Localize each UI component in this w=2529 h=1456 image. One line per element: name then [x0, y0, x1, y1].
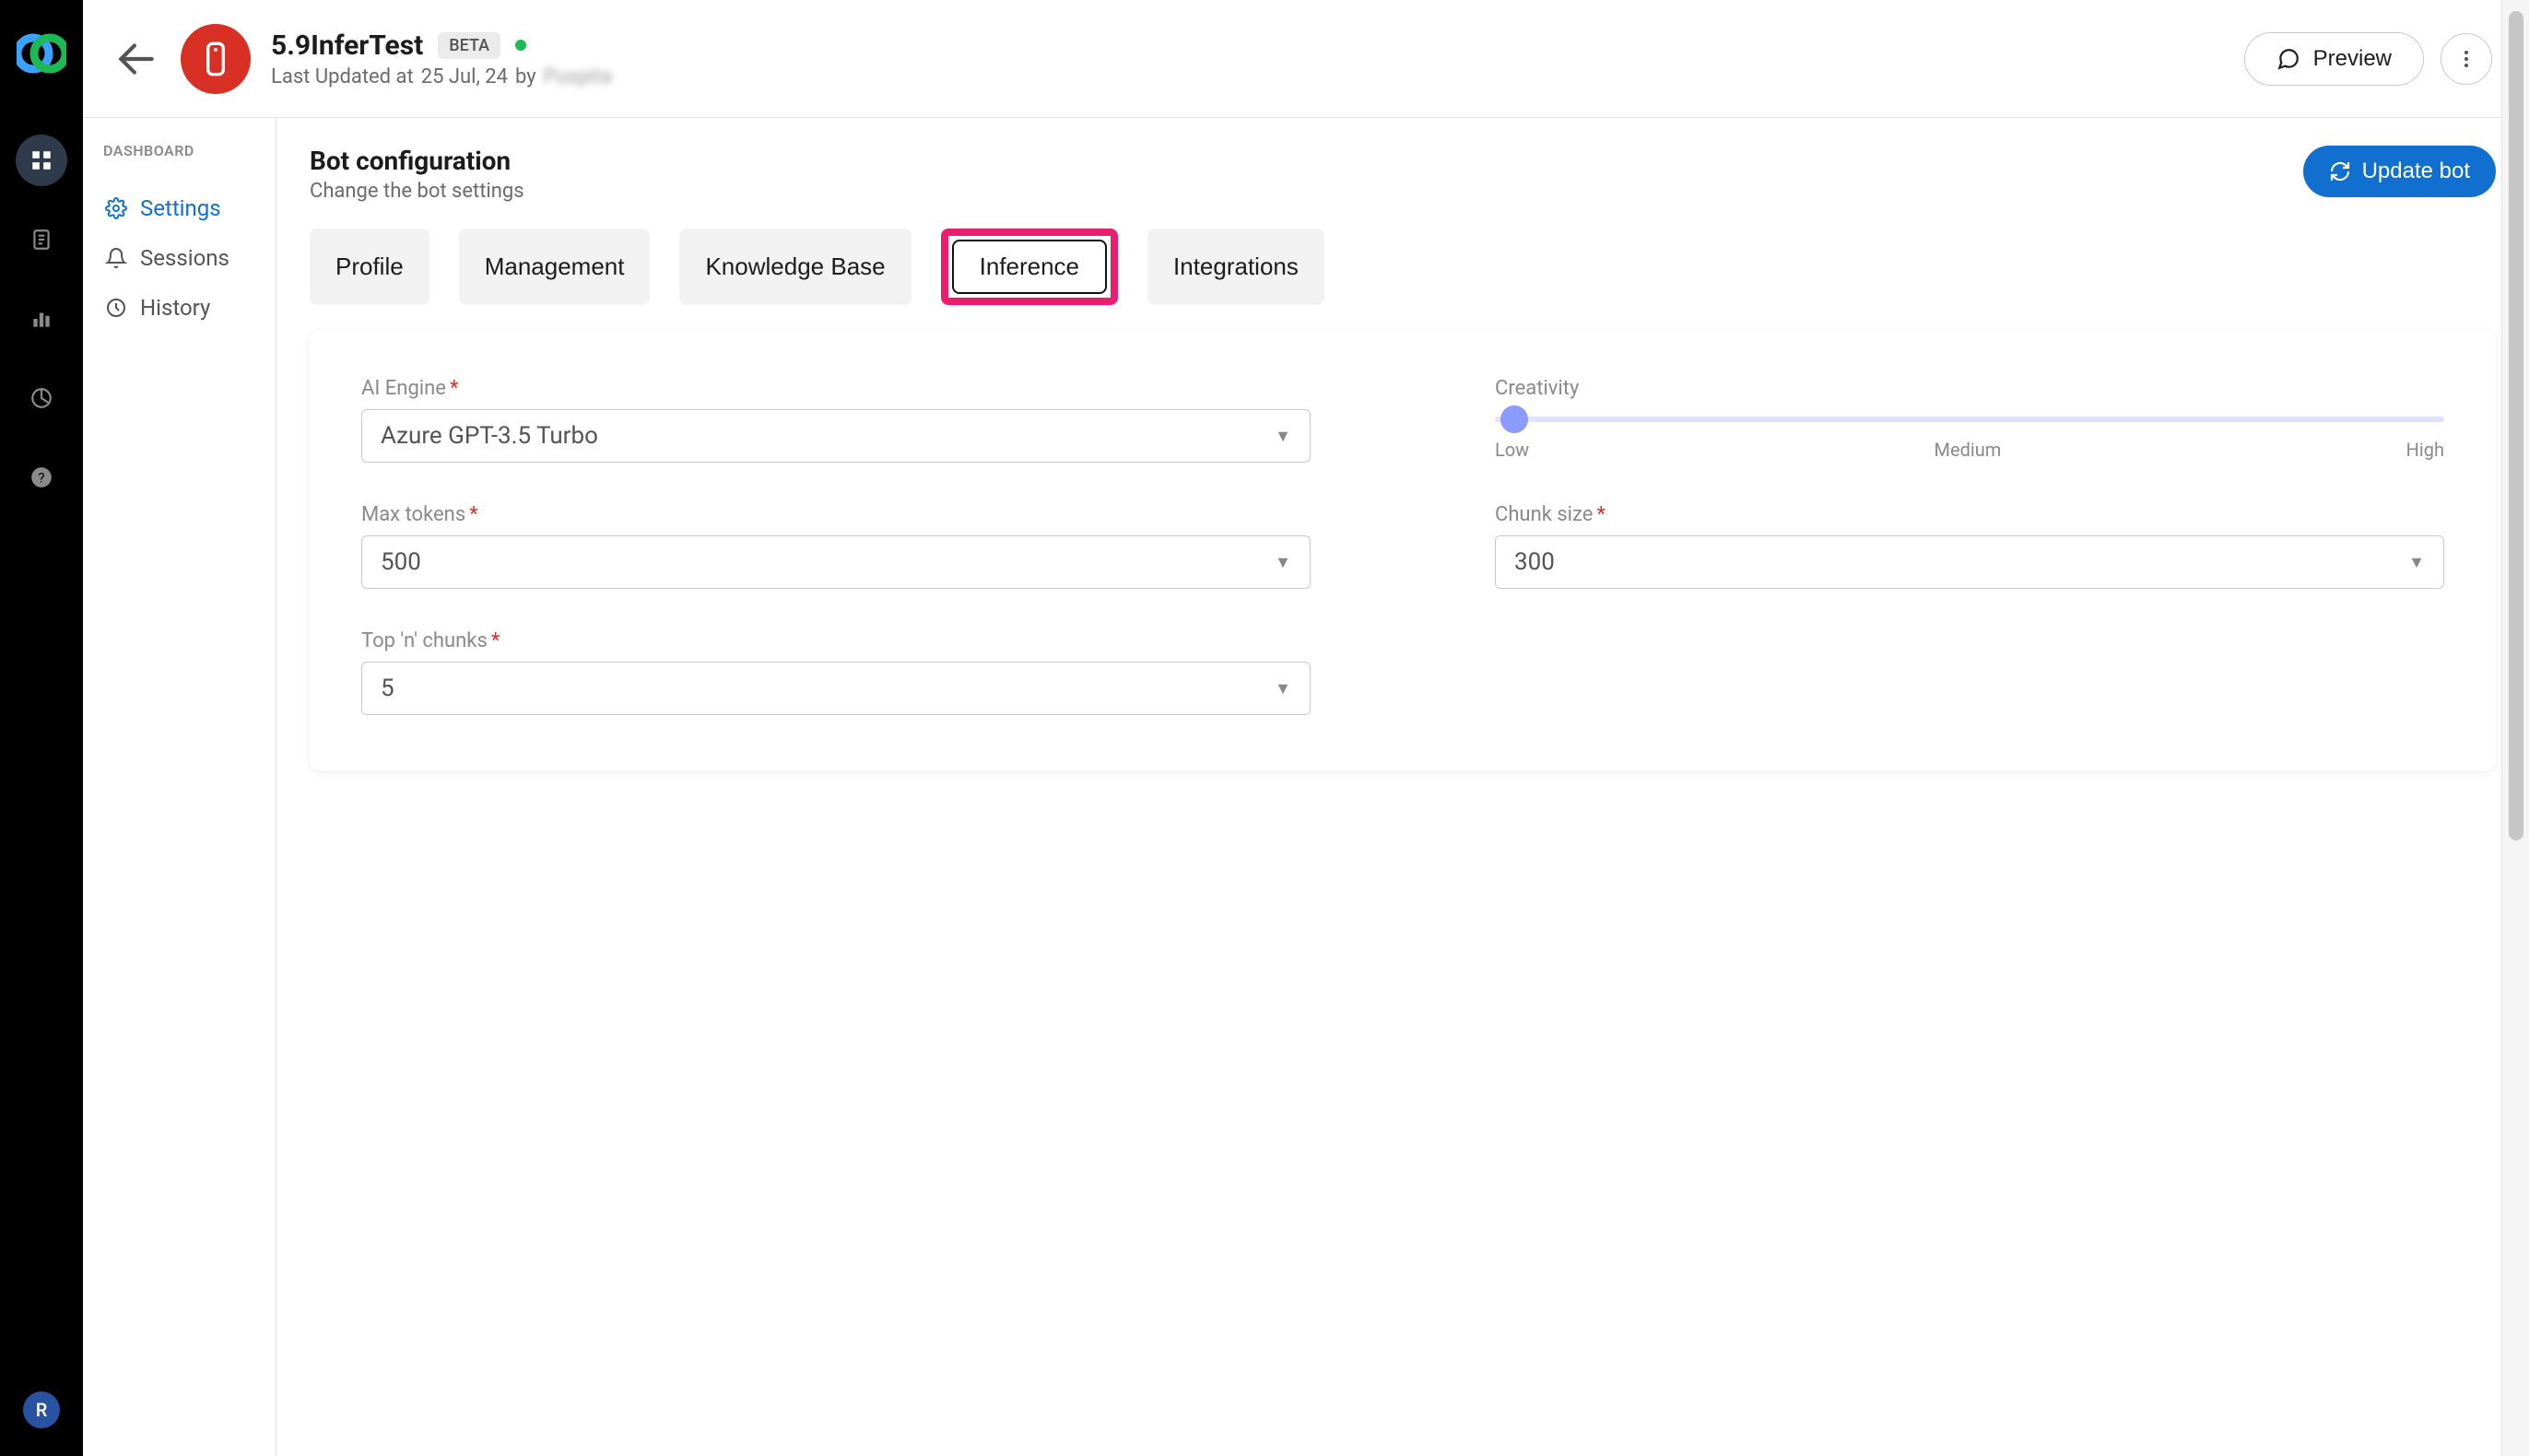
sidebar-item-history[interactable]: History [101, 283, 276, 333]
sidebar-item-settings[interactable]: Settings [101, 183, 276, 233]
field-ai-engine: AI Engine* Azure GPT-3.5 Turbo ▼ [361, 377, 1311, 463]
tab-management[interactable]: Management [459, 229, 651, 305]
slider-thumb[interactable] [1500, 405, 1528, 433]
by-word: by [515, 65, 536, 88]
chunk-size-label: Chunk size* [1495, 503, 2444, 526]
last-updated-prefix: Last Updated at [271, 65, 414, 88]
rail-nav-dashboard-icon[interactable] [16, 135, 67, 186]
side-panel: DASHBOARD Settings Sessions History [83, 118, 276, 1456]
page-subtitle: Change the bot settings [310, 180, 524, 203]
status-dot-icon [515, 40, 526, 51]
beta-badge: BETA [438, 32, 500, 59]
sidebar-item-sessions[interactable]: Sessions [101, 233, 276, 283]
sidebar-item-label: Settings [140, 195, 221, 221]
topbar: 5.9InferTest BETA Last Updated at 25 Jul… [83, 0, 2529, 118]
tab-knowledge-base[interactable]: Knowledge Base [679, 229, 911, 305]
scrollbar[interactable] [2501, 0, 2529, 1456]
rail-nav-analytics-icon[interactable] [16, 293, 67, 345]
creativity-label: Creativity [1495, 377, 2444, 400]
field-top-n-chunks: Top 'n' chunks* 5 ▼ [361, 629, 1311, 715]
preview-button[interactable]: Preview [2244, 32, 2424, 86]
page-title: Bot configuration [310, 146, 524, 176]
tab-row: Profile Management Knowledge Base Infere… [310, 229, 2496, 305]
more-menu-button[interactable] [2441, 33, 2492, 85]
chunk-size-select[interactable]: 300 ▼ [1495, 535, 2444, 589]
back-button[interactable] [109, 31, 164, 87]
gear-icon [105, 197, 127, 219]
field-max-tokens: Max tokens* 500 ▼ [361, 503, 1311, 589]
bot-avatar-icon [181, 24, 251, 94]
author-name: Puspita [544, 65, 612, 88]
chevron-down-icon: ▼ [1275, 679, 1291, 699]
ai-engine-select[interactable]: Azure GPT-3.5 Turbo ▼ [361, 409, 1311, 463]
tab-label: Knowledge Base [705, 252, 885, 280]
tab-integrations[interactable]: Integrations [1147, 229, 1324, 305]
preview-label: Preview [2313, 46, 2392, 72]
app-rail: ? R [0, 0, 83, 1456]
user-avatar[interactable]: R [23, 1391, 60, 1428]
tab-inference[interactable]: Inference [952, 240, 1107, 294]
tab-profile[interactable]: Profile [310, 229, 429, 305]
chevron-down-icon: ▼ [1275, 427, 1291, 446]
chevron-down-icon: ▼ [2408, 553, 2425, 572]
field-creativity: Creativity Low Medium High [1495, 377, 2444, 463]
slider-tick-medium: Medium [1935, 439, 2002, 461]
sidebar-heading: DASHBOARD [101, 142, 276, 159]
select-value: 5 [381, 675, 394, 702]
app-logo[interactable] [16, 28, 67, 79]
select-value: 300 [1514, 548, 1555, 576]
top-n-label: Top 'n' chunks* [361, 629, 1311, 652]
avatar-initial: R [36, 1399, 48, 1421]
chevron-down-icon: ▼ [1275, 553, 1291, 572]
title-block: 5.9InferTest BETA Last Updated at 25 Jul… [271, 29, 612, 88]
rail-nav-report-icon[interactable] [16, 372, 67, 424]
chat-icon [2276, 47, 2300, 71]
last-updated-date: 25 Jul, 24 [421, 65, 508, 88]
update-bot-button[interactable]: Update bot [2303, 146, 2496, 197]
refresh-icon [2329, 160, 2351, 182]
svg-text:?: ? [38, 469, 44, 486]
update-bot-label: Update bot [2362, 159, 2470, 184]
scrollbar-thumb[interactable] [2509, 11, 2523, 840]
tab-label: Inference [980, 252, 1079, 280]
max-tokens-select[interactable]: 500 ▼ [361, 535, 1311, 589]
select-value: Azure GPT-3.5 Turbo [381, 422, 598, 450]
tab-highlight-box: Inference [941, 229, 1118, 305]
slider-tick-high: High [2406, 439, 2444, 461]
field-chunk-size: Chunk size* 300 ▼ [1495, 503, 2444, 589]
select-value: 500 [381, 548, 421, 576]
rail-nav-document-icon[interactable] [16, 214, 67, 265]
inference-form-card: AI Engine* Azure GPT-3.5 Turbo ▼ Creativ… [310, 331, 2496, 770]
ai-engine-label: AI Engine* [361, 377, 1311, 400]
rail-nav-help-icon[interactable]: ? [16, 452, 67, 503]
top-n-select[interactable]: 5 ▼ [361, 662, 1311, 715]
creativity-slider[interactable] [1495, 417, 2444, 422]
tab-label: Profile [335, 252, 404, 280]
more-vertical-icon [2455, 48, 2477, 70]
bell-icon [105, 247, 127, 269]
sidebar-item-label: History [140, 295, 210, 321]
slider-tick-low: Low [1495, 439, 1529, 461]
content-area: Bot configuration Change the bot setting… [276, 118, 2529, 1456]
sidebar-item-label: Sessions [140, 245, 229, 271]
tab-label: Management [485, 252, 625, 280]
bot-title: 5.9InferTest [271, 29, 423, 62]
history-icon [105, 297, 127, 319]
tab-label: Integrations [1173, 252, 1299, 280]
max-tokens-label: Max tokens* [361, 503, 1311, 526]
